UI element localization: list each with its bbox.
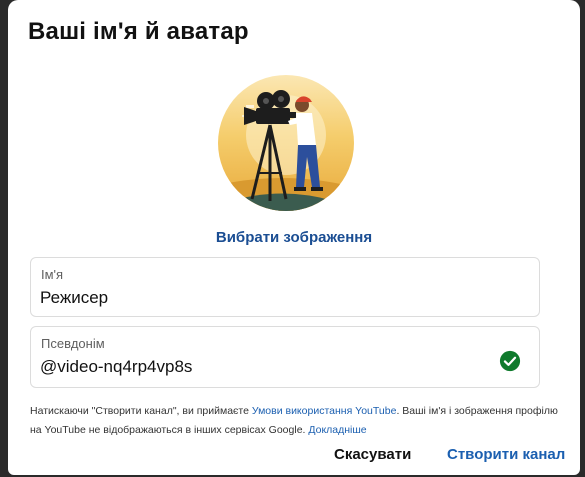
learn-more-link[interactable]: Докладніше: [308, 424, 366, 436]
create-channel-dialog: Ваші ім'я й аватар Вибрати зображення Ім…: [8, 0, 580, 475]
create-channel-button[interactable]: Створити канал: [447, 446, 565, 463]
handle-input[interactable]: [40, 357, 480, 377]
legal-notice: Натискаючи "Створити канал", ви приймаєт…: [30, 402, 560, 440]
check-circle-icon: [499, 350, 521, 372]
terms-link[interactable]: Умови використання YouTube: [252, 405, 397, 417]
handle-field-label: Псевдонім: [41, 336, 105, 351]
pick-image-button[interactable]: Вибрати зображення: [8, 229, 580, 246]
avatar-image[interactable]: [218, 75, 354, 211]
handle-field[interactable]: Псевдонім: [30, 326, 540, 388]
legal-text-1: Натискаючи "Створити канал", ви приймаєт…: [30, 405, 252, 417]
name-field[interactable]: Ім'я: [30, 257, 540, 317]
filmmaker-illustration: [218, 75, 354, 211]
name-input[interactable]: [40, 288, 480, 308]
dialog-title: Ваші ім'я й аватар: [28, 18, 249, 45]
name-field-label: Ім'я: [41, 267, 64, 282]
cancel-button[interactable]: Скасувати: [334, 446, 411, 463]
